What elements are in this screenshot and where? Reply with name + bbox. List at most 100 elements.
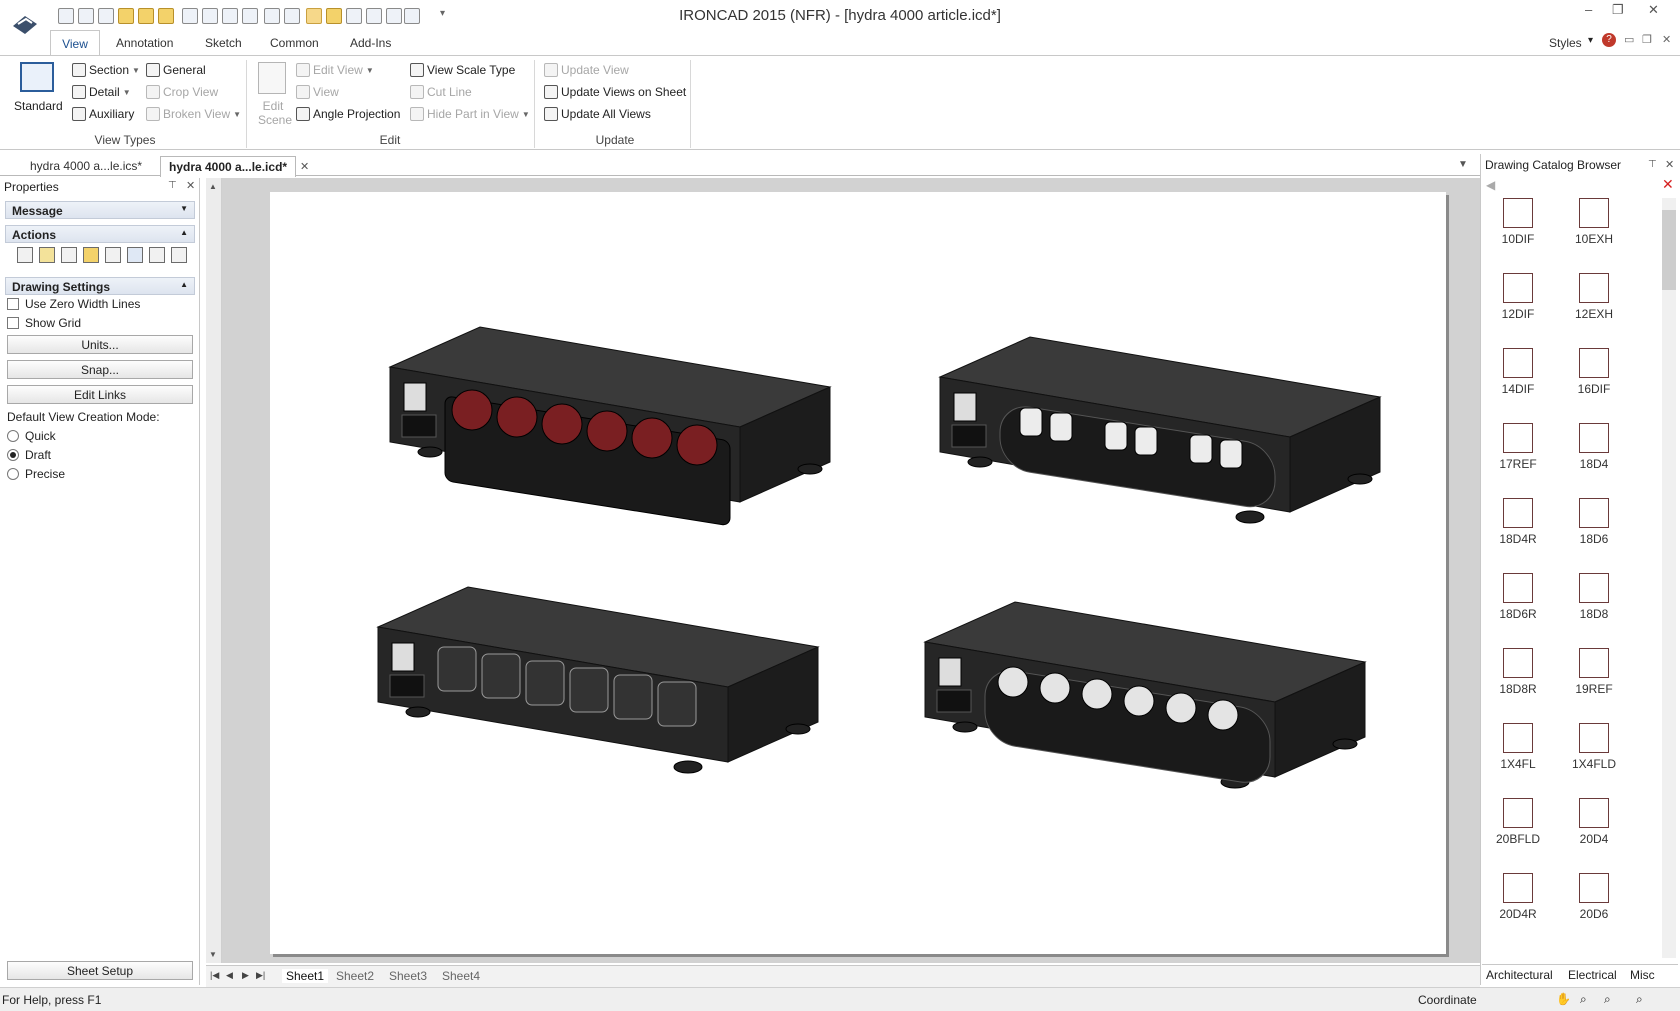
first-sheet-icon[interactable]: |◀ bbox=[210, 970, 219, 981]
catalog-pin-icon[interactable]: ⊤ bbox=[1648, 159, 1657, 170]
catalog-item[interactable]: 18D6R bbox=[1488, 573, 1548, 621]
action-folder-icon[interactable] bbox=[83, 247, 99, 263]
general-button[interactable]: General bbox=[146, 63, 206, 77]
standard-button[interactable]: Standard bbox=[14, 99, 63, 113]
catalog-item[interactable]: 20D6 bbox=[1564, 873, 1624, 921]
catalog-close-icon[interactable]: ✕ bbox=[1665, 158, 1674, 171]
catalog-item[interactable]: 18D8 bbox=[1564, 573, 1624, 621]
units-button[interactable]: Units... bbox=[7, 335, 193, 354]
next-sheet-icon[interactable]: ▶ bbox=[242, 970, 249, 981]
zoom-window-icon[interactable]: ⌕ bbox=[1604, 992, 1611, 1007]
close-icon[interactable]: ✕ bbox=[1648, 2, 1659, 18]
zoom-icon[interactable]: ⌕ bbox=[1580, 992, 1587, 1007]
message-section-header[interactable]: Message ▼ bbox=[5, 201, 195, 219]
edit-links-button[interactable]: Edit Links bbox=[7, 385, 193, 404]
catalog-item[interactable]: 18D4R bbox=[1488, 498, 1548, 546]
catalog-item[interactable]: 10DIF bbox=[1488, 198, 1548, 246]
mode-quick-radio[interactable]: Quick bbox=[7, 429, 56, 443]
catalog-item[interactable]: 18D4 bbox=[1564, 423, 1624, 471]
sheet-tab-4[interactable]: Sheet4 bbox=[442, 969, 480, 983]
styles-menu[interactable]: Styles bbox=[1549, 36, 1582, 50]
standard-view-icon[interactable] bbox=[20, 62, 54, 92]
minimize-icon[interactable]: – bbox=[1585, 2, 1592, 17]
catalog-scrollbar[interactable] bbox=[1662, 198, 1676, 958]
catalog-item[interactable]: 12DIF bbox=[1488, 273, 1548, 321]
show-grid-checkbox[interactable]: Show Grid bbox=[7, 316, 81, 330]
doc-minimize-icon[interactable]: ▭ bbox=[1624, 33, 1634, 46]
action-settings-icon[interactable] bbox=[171, 247, 187, 263]
update-all-views-button[interactable]: Update All Views bbox=[544, 107, 651, 121]
scroll-up-icon[interactable]: ▲ bbox=[209, 182, 217, 191]
hide-part-in-view-button[interactable]: Hide Part in View ▼ bbox=[410, 107, 530, 121]
catalog-item[interactable]: 20D4R bbox=[1488, 873, 1548, 921]
catalog-tab-architectural[interactable]: Architectural bbox=[1486, 968, 1553, 982]
doc-tab-icd[interactable]: hydra 4000 a...le.icd* bbox=[160, 156, 297, 177]
angle-projection-button[interactable]: Angle Projection bbox=[296, 107, 400, 121]
update-view-button[interactable]: Update View bbox=[544, 63, 629, 77]
crop-view-button[interactable]: Crop View bbox=[146, 85, 218, 99]
sheet-tab-1[interactable]: Sheet1 bbox=[282, 969, 329, 983]
detail-button[interactable]: Detail ▼ bbox=[72, 85, 131, 99]
sheet-tab-2[interactable]: Sheet2 bbox=[336, 969, 374, 983]
back-arrow-icon[interactable]: ◀ bbox=[1486, 178, 1495, 192]
action-cube-icon[interactable] bbox=[127, 247, 143, 263]
drawing-settings-header[interactable]: Drawing Settings ▲ bbox=[5, 277, 195, 295]
catalog-scroll-thumb[interactable] bbox=[1662, 210, 1676, 290]
action-line-style-icon[interactable] bbox=[17, 247, 33, 263]
doc-tab-close-icon[interactable]: ✕ bbox=[300, 160, 309, 173]
sheet-tab-3[interactable]: Sheet3 bbox=[389, 969, 427, 983]
catalog-item[interactable]: 20BFLD bbox=[1488, 798, 1548, 846]
restore-icon[interactable]: ❐ bbox=[1612, 2, 1624, 18]
tab-common[interactable]: Common bbox=[270, 36, 319, 50]
snap-button[interactable]: Snap... bbox=[7, 360, 193, 379]
view-button[interactable]: View bbox=[296, 85, 339, 99]
view-us-outlets[interactable] bbox=[939, 336, 1381, 524]
view-round-outlets[interactable] bbox=[924, 601, 1366, 789]
sheet-setup-button[interactable]: Sheet Setup bbox=[7, 961, 193, 980]
doc-close-icon[interactable]: ✕ bbox=[1662, 33, 1671, 46]
tab-sketch[interactable]: Sketch bbox=[205, 36, 242, 50]
catalog-item[interactable]: 18D6 bbox=[1564, 498, 1624, 546]
view-red-outlets[interactable] bbox=[389, 326, 831, 526]
last-sheet-icon[interactable]: ▶| bbox=[256, 970, 265, 981]
prev-sheet-icon[interactable]: ◀ bbox=[226, 970, 233, 981]
action-note-icon[interactable] bbox=[39, 247, 55, 263]
vertical-scrollbar[interactable]: ▲ ▼ bbox=[206, 178, 222, 963]
update-views-on-sheet-button[interactable]: Update Views on Sheet bbox=[544, 85, 686, 99]
catalog-item[interactable]: 17REF bbox=[1488, 423, 1548, 471]
doc-restore-icon[interactable]: ❐ bbox=[1642, 33, 1652, 46]
catalog-item[interactable]: 18D8R bbox=[1488, 648, 1548, 696]
use-zero-width-lines-checkbox[interactable]: Use Zero Width Lines bbox=[7, 297, 140, 311]
scroll-down-icon[interactable]: ▼ bbox=[209, 950, 217, 959]
doc-tab-ics[interactable]: hydra 4000 a...le.ics* bbox=[22, 156, 150, 177]
action-frame-icon[interactable] bbox=[105, 247, 121, 263]
catalog-tab-electrical[interactable]: Electrical bbox=[1568, 968, 1617, 982]
catalog-item[interactable]: 14DIF bbox=[1488, 348, 1548, 396]
catalog-item[interactable]: 16DIF bbox=[1564, 348, 1624, 396]
mode-precise-radio[interactable]: Precise bbox=[7, 467, 65, 481]
action-hatch-icon[interactable] bbox=[61, 247, 77, 263]
tab-view[interactable]: View bbox=[50, 30, 100, 56]
view-empty-sockets[interactable] bbox=[377, 586, 819, 774]
doc-tab-list-icon[interactable]: ▼ bbox=[1458, 159, 1468, 170]
broken-view-button[interactable]: Broken View ▼ bbox=[146, 107, 241, 121]
edit-scene-button[interactable]: Edit Scene bbox=[258, 99, 292, 127]
catalog-item[interactable]: 20D4 bbox=[1564, 798, 1624, 846]
zoom-all-icon[interactable]: ⌕ bbox=[1636, 992, 1643, 1007]
action-tree-icon[interactable] bbox=[149, 247, 165, 263]
catalog-item[interactable]: 10EXH bbox=[1564, 198, 1624, 246]
drawing-sheet[interactable] bbox=[270, 192, 1446, 954]
clear-icon[interactable]: ✕ bbox=[1662, 176, 1674, 193]
pan-hand-icon[interactable]: ✋ bbox=[1556, 992, 1571, 1006]
tab-add-ins[interactable]: Add-Ins bbox=[350, 36, 391, 50]
tab-annotation[interactable]: Annotation bbox=[116, 36, 173, 50]
auxiliary-button[interactable]: Auxiliary bbox=[72, 107, 134, 121]
catalog-item[interactable]: 12EXH bbox=[1564, 273, 1624, 321]
help-icon[interactable]: ? bbox=[1602, 33, 1616, 47]
catalog-tab-misc[interactable]: Misc bbox=[1630, 968, 1655, 982]
edit-view-button[interactable]: Edit View ▼ bbox=[296, 63, 374, 77]
panel-close-icon[interactable]: ✕ bbox=[186, 179, 195, 192]
section-button[interactable]: Section ▼ bbox=[72, 63, 140, 77]
mode-draft-radio[interactable]: Draft bbox=[7, 448, 51, 462]
view-scale-type-button[interactable]: View Scale Type bbox=[410, 63, 515, 77]
